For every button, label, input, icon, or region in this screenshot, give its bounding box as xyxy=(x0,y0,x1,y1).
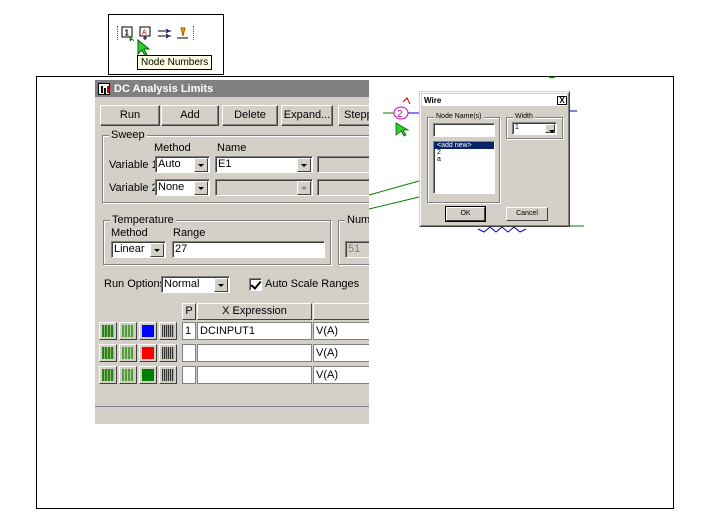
numeric-output-button[interactable] xyxy=(159,366,177,384)
toolbar-separator xyxy=(117,26,118,40)
p-column-header[interactable]: P xyxy=(182,303,196,320)
node-name-input[interactable] xyxy=(433,123,495,137)
cancel-button[interactable]: Cancel xyxy=(506,207,548,221)
temperature-group-label: Temperature xyxy=(110,214,176,226)
variable2-method-select[interactable]: None xyxy=(155,179,210,196)
plot-group-button[interactable] xyxy=(99,344,117,362)
curve-color-button[interactable] xyxy=(139,344,157,362)
wire-split-icon[interactable] xyxy=(157,26,172,41)
run-options-label: Run Options xyxy=(104,278,166,290)
variable1-method-value: Auto xyxy=(158,158,181,170)
curve-color-button[interactable] xyxy=(139,322,157,340)
window-titlebar: DC Analysis Limits xyxy=(95,80,369,97)
plot-group-button[interactable] xyxy=(99,366,117,384)
variable2-label: Variable 2 xyxy=(109,182,158,194)
chevron-down-icon[interactable] xyxy=(297,158,311,172)
variable2-method-value: None xyxy=(158,181,185,193)
y-expression-column-header[interactable] xyxy=(313,303,369,320)
grid-style-button[interactable] xyxy=(119,344,137,362)
grid-style-button[interactable] xyxy=(119,366,137,384)
y-expression-cell[interactable]: V(A) xyxy=(313,322,369,340)
chevron-down-icon[interactable] xyxy=(545,124,555,133)
temperature-method-value: Linear xyxy=(114,243,145,255)
status-bar xyxy=(95,406,369,424)
width-value: 1 xyxy=(515,124,519,131)
app-icon xyxy=(98,82,110,95)
variable1-range-field xyxy=(317,156,369,173)
width-label: Width xyxy=(513,113,535,120)
chevron-down-icon[interactable] xyxy=(194,181,208,195)
svg-text:A: A xyxy=(142,29,147,36)
curve-color-blue xyxy=(142,325,154,337)
variable2-range-field xyxy=(317,179,369,196)
wire-dialog-title: Wire xyxy=(424,95,442,105)
delete-button[interactable]: Delete xyxy=(222,105,278,126)
p-cell[interactable]: 1 xyxy=(182,322,196,340)
p-cell[interactable] xyxy=(182,344,196,362)
variable1-label: Variable 1 xyxy=(109,159,158,171)
chevron-down-icon[interactable] xyxy=(150,243,164,257)
y-expression-cell[interactable]: V(A) xyxy=(313,344,369,362)
ok-button[interactable]: OK xyxy=(445,206,486,222)
p-cell[interactable] xyxy=(182,366,196,384)
run-options-select[interactable]: Normal xyxy=(161,276,230,293)
curve-color-button[interactable] xyxy=(139,366,157,384)
y-expression-cell[interactable]: V(A) xyxy=(313,366,369,384)
wire-dialog: Wire X Node Name(s) <add new> 2 a Width … xyxy=(419,91,570,227)
chevron-down-icon[interactable] xyxy=(214,278,228,292)
variable1-name-select[interactable]: E1 xyxy=(215,156,313,173)
stepping-button[interactable]: Stepp xyxy=(338,105,369,126)
close-icon[interactable]: X xyxy=(557,95,567,105)
sweep-group-label: Sweep xyxy=(109,129,147,141)
plot-group-button[interactable] xyxy=(99,322,117,340)
curve-color-red xyxy=(142,347,154,359)
node-number-icon[interactable]: 1 xyxy=(121,26,136,42)
chevron-down-icon[interactable] xyxy=(194,158,208,172)
run-button[interactable]: Run xyxy=(100,105,160,126)
toolbar-icons: 1 A xyxy=(117,23,194,43)
expand-button[interactable]: Expand... xyxy=(281,105,333,126)
curve-color-green xyxy=(142,369,154,381)
x-expression-column-header[interactable]: X Expression xyxy=(197,303,312,320)
variable1-name-value: E1 xyxy=(218,158,232,170)
window-title: DC Analysis Limits xyxy=(114,82,214,95)
numeric-output-button[interactable] xyxy=(159,344,177,362)
auto-scale-label: Auto Scale Ranges xyxy=(265,278,360,290)
number-points-group-label: Numb xyxy=(345,214,369,226)
temperature-range-input[interactable]: 27 xyxy=(172,241,325,258)
wire-dialog-titlebar: Wire X xyxy=(422,94,567,106)
place-text-icon[interactable] xyxy=(175,26,190,41)
temperature-method-select[interactable]: Linear xyxy=(111,241,166,258)
toolbar-snippet: 1 A Node Numbers xyxy=(108,14,224,75)
node-name-list[interactable]: <add new> 2 a xyxy=(433,141,495,194)
dc-analysis-limits-window: DC Analysis Limits Run Add Delete Expand… xyxy=(95,80,369,424)
variable2-name-select xyxy=(215,179,313,196)
chevron-down-icon xyxy=(297,181,311,195)
list-item[interactable]: 2 xyxy=(434,149,494,156)
run-options-value: Normal xyxy=(164,278,200,290)
sweep-method-header: Method xyxy=(154,142,191,154)
sweep-name-header: Name xyxy=(217,142,247,154)
x-expression-cell[interactable]: DCINPUT1 xyxy=(197,322,312,340)
tooltip: Node Numbers xyxy=(137,55,213,70)
node-names-label: Node Name(s) xyxy=(434,113,484,120)
number-points-input: 51 xyxy=(345,241,369,258)
numeric-output-button[interactable] xyxy=(159,322,177,340)
x-expression-cell[interactable] xyxy=(197,366,312,384)
grid-style-button[interactable] xyxy=(119,322,137,340)
width-select[interactable]: 1 xyxy=(512,122,557,135)
x-expression-cell[interactable] xyxy=(197,344,312,362)
auto-scale-checkbox[interactable] xyxy=(249,278,262,291)
list-item[interactable]: <add new> xyxy=(434,142,494,149)
svg-text:1: 1 xyxy=(125,28,130,37)
add-button[interactable]: Add xyxy=(161,105,219,126)
temperature-method-header: Method xyxy=(111,227,148,239)
list-item[interactable]: a xyxy=(434,156,494,163)
variable1-method-select[interactable]: Auto xyxy=(155,156,210,173)
temperature-range-header: Range xyxy=(173,227,206,239)
toolbar-separator xyxy=(193,26,194,40)
